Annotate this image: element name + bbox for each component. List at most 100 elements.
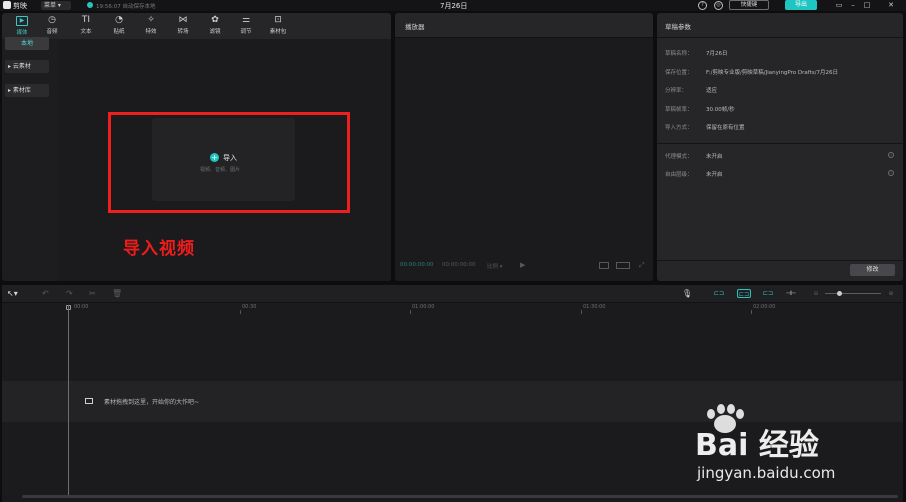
horizontal-scrollbar[interactable]: [22, 495, 898, 498]
export-label: 导出: [794, 1, 807, 8]
player-panel: 播放器 00:00:00:00 00:00:00:00 比例 ▾ ▶ ⤢: [395, 13, 653, 281]
linkage-icon[interactable]: ⊏⊐: [761, 289, 775, 298]
delete-icon[interactable]: 🗑: [112, 289, 122, 298]
redo-icon[interactable]: ↷: [66, 289, 73, 298]
media-toolbar: ▶ 媒体 ◷ 音频 TI 文本 ◔ 贴纸 ✧ 特效 ⋈ 转场 ✿ 滤镜 ⚌ 调节 ⊡ 素材包: [2, 13, 391, 39]
param-fps-value: 30.00帧/秒: [706, 107, 735, 113]
tab-effect[interactable]: ✧ 特效: [137, 15, 165, 37]
param-layer-key: 自由层级：: [665, 172, 693, 178]
ruler-label: 02:00:00: [753, 304, 776, 310]
param-import-value: 保留在原有位置: [706, 125, 745, 131]
fullscreen-icon[interactable]: ⤢: [639, 261, 645, 270]
main-track-magnet-icon[interactable]: ⊏⊐: [712, 289, 726, 298]
tab-transition[interactable]: ⋈ 转场: [169, 15, 197, 37]
info-icon[interactable]: i: [888, 152, 894, 158]
ruler-label: 00:30: [242, 304, 257, 310]
info-icon[interactable]: i: [888, 170, 894, 176]
tab-text-label: 文本: [80, 29, 92, 35]
tab-sticker-label: 贴纸: [113, 29, 125, 35]
ruler-tick: [240, 310, 241, 314]
waveform-icon[interactable]: [599, 262, 609, 269]
help-icon[interactable]: ?: [698, 1, 707, 10]
ruler-label: 01:00:00: [412, 304, 435, 310]
menu-dropdown[interactable]: 菜单 ▾: [41, 1, 71, 10]
param-layer-value: 未开启: [706, 172, 723, 178]
tab-adjust[interactable]: ⚌ 调节: [232, 15, 260, 37]
transition-icon: ⋈: [178, 15, 188, 25]
app-logo-icon: [3, 1, 11, 9]
tab-text[interactable]: TI 文本: [72, 15, 100, 37]
project-title: 7月26日: [440, 2, 468, 10]
sidebar-item-local[interactable]: 本地: [5, 37, 49, 50]
player-title: 播放器: [405, 23, 425, 31]
zoom-slider-handle[interactable]: [837, 291, 842, 296]
pack-icon: ⊡: [274, 15, 282, 25]
total-time: 00:00:00:00: [442, 262, 476, 268]
param-proxy-value: 未开启: [706, 154, 723, 160]
maximize-icon[interactable]: □: [860, 0, 874, 10]
layout-icon[interactable]: ▭: [832, 0, 846, 10]
time-ruler[interactable]: 00:00 00:30 01:00:00 01:30:00 02:00:00: [2, 303, 903, 315]
tab-audio-label: 音频: [46, 29, 58, 35]
autosave-check-icon: [87, 2, 93, 8]
playhead[interactable]: [68, 305, 69, 495]
annotation-text: 导入视频: [123, 239, 195, 259]
zoom-out-icon[interactable]: ⊖: [809, 289, 823, 298]
param-fps-key: 草稿帧率：: [665, 107, 693, 113]
tab-audio[interactable]: ◷ 音频: [38, 15, 66, 37]
zoom-slider[interactable]: [825, 293, 881, 294]
tab-filter-label: 滤镜: [209, 29, 221, 35]
shortcut-label: 快捷键: [740, 2, 758, 8]
params-title: 草稿参数: [665, 23, 691, 31]
close-icon[interactable]: ✕: [884, 0, 898, 10]
watermark-url: jingyan.baidu.com: [697, 464, 836, 482]
sticker-icon: ◔: [115, 15, 123, 25]
settings-icon[interactable]: ◎: [714, 1, 723, 10]
tab-pack-label: 素材包: [269, 29, 287, 35]
params-header: [657, 13, 903, 38]
ratio-dropdown[interactable]: 比例 ▾: [487, 262, 503, 270]
watermark-brand: Bai 经验: [695, 428, 819, 463]
params-divider: [657, 143, 903, 144]
ruler-tick: [410, 310, 411, 314]
param-resolution-key: 分辨率：: [665, 88, 688, 94]
quality-icon[interactable]: [616, 262, 630, 269]
shortcut-button[interactable]: 快捷键: [729, 0, 769, 10]
ruler-label: 01:30:00: [583, 304, 606, 310]
highlight-box: [108, 112, 350, 213]
undo-icon[interactable]: ↶: [42, 289, 49, 298]
auto-snap-icon[interactable]: ⊏⊐: [737, 289, 751, 298]
param-path-value: F:/剪映专业版/剪映草稿/JianyingPro Drafts/7月26日: [706, 70, 838, 76]
export-button[interactable]: 导出: [785, 0, 817, 10]
sidebar-item-cloud[interactable]: ▸ 云素材: [5, 60, 49, 73]
current-time: 00:00:00:00: [400, 262, 434, 268]
text-icon: TI: [81, 15, 91, 25]
tab-sticker[interactable]: ◔ 贴纸: [105, 15, 133, 37]
autosave-status: 19:56:07 自动保存本地: [96, 4, 156, 10]
param-name-value: 7月26日: [706, 51, 728, 57]
param-name-key: 草稿名称：: [665, 51, 693, 57]
ruler-label: 00:00: [74, 304, 89, 310]
film-icon: [85, 398, 93, 404]
ruler-tick: [581, 310, 582, 314]
tab-effect-label: 特效: [145, 29, 157, 35]
minimize-icon[interactable]: –: [846, 0, 860, 10]
tab-media-label: 媒体: [16, 30, 28, 36]
mic-icon[interactable]: 🎙: [682, 289, 692, 298]
zoom-in-icon[interactable]: ⊕: [884, 289, 898, 298]
modify-button[interactable]: 修改: [850, 264, 895, 276]
param-proxy-key: 代理模式：: [665, 154, 693, 160]
sidebar-item-library[interactable]: ▸ 素材库: [5, 84, 49, 97]
play-icon[interactable]: ▶: [520, 261, 525, 269]
app-name: 剪映: [13, 2, 27, 10]
ruler-tick: [751, 310, 752, 314]
select-tool-icon[interactable]: ↖▾: [7, 289, 18, 298]
tab-pack[interactable]: ⊡ 素材包: [264, 15, 292, 37]
split-icon[interactable]: ✂: [89, 289, 96, 298]
preview-axis-icon[interactable]: ⊣⊢: [784, 289, 798, 298]
tab-filter[interactable]: ✿ 滤镜: [201, 15, 229, 37]
media-sidebar: [2, 39, 58, 281]
param-resolution-value: 适应: [706, 88, 718, 94]
tab-media[interactable]: ▶ 媒体: [8, 15, 36, 37]
menu-label: 菜单: [44, 2, 57, 9]
